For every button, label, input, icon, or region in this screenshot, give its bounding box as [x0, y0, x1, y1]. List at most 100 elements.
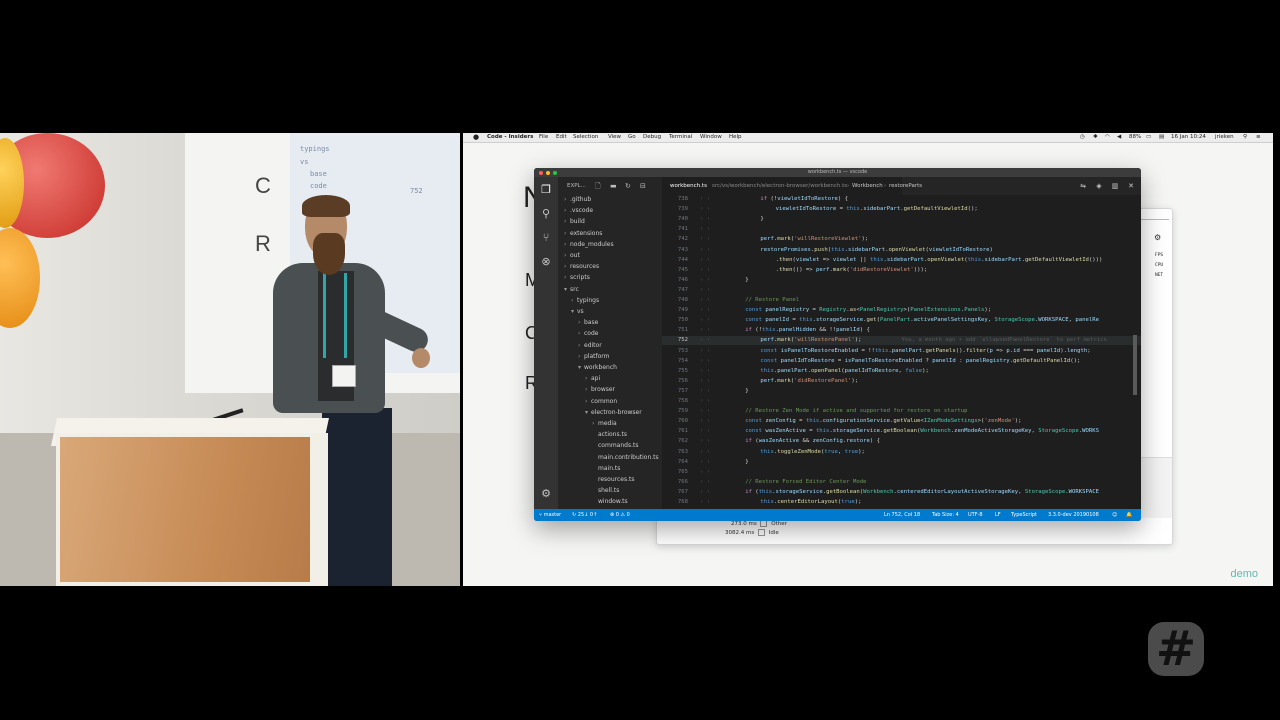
open-changes-icon[interactable]: ⇋ — [1078, 180, 1088, 192]
menu-view[interactable]: View — [608, 133, 621, 142]
git-compare-icon[interactable]: ◈ — [1094, 180, 1104, 192]
tree-file[interactable]: commands.ts — [592, 442, 638, 449]
sync-status[interactable]: ↻ 25↓ 0↑ — [572, 509, 597, 521]
tree-file[interactable]: main.contribution.ts — [592, 454, 659, 461]
minimize-window-button[interactable] — [546, 170, 550, 175]
tree-folder[interactable]: › platform — [578, 353, 610, 360]
tree-folder[interactable]: › editor — [578, 342, 602, 349]
source-control-icon[interactable]: ⑂ — [539, 231, 553, 245]
tree-folder[interactable]: › out — [564, 252, 580, 259]
problems-status[interactable]: ⊗ 0 ⚠ 0 — [610, 509, 630, 521]
tree-folder[interactable]: › base — [578, 319, 598, 326]
menu-edit[interactable]: Edit — [556, 133, 567, 142]
code-line[interactable]: if (!viewletIdToRestore) { — [760, 196, 848, 202]
code-line[interactable]: restorePromises.push(this.sidebarPart.op… — [760, 247, 992, 253]
extensions-icon[interactable]: ⊗ — [539, 255, 553, 269]
code-line[interactable]: // Restore Zen Mode if active and suppor… — [745, 408, 967, 414]
wifi-icon[interactable]: ◠ — [1105, 133, 1110, 142]
tree-folder[interactable]: › .vscode — [564, 207, 593, 214]
tree-folder[interactable]: › code — [578, 330, 598, 337]
code-line[interactable]: this.centerEditorLayout(true); — [760, 499, 861, 505]
search-icon[interactable]: ⚲ — [539, 207, 553, 221]
zoom-window-button[interactable] — [553, 170, 557, 175]
code-line[interactable]: const isPanelToRestoreEnabled = !!this.p… — [760, 348, 1090, 354]
tree-file[interactable]: resources.ts — [592, 476, 634, 483]
code-line[interactable]: const zenConfig = this.configurationServ… — [745, 418, 1021, 424]
git-branch[interactable]: ⑂ master — [539, 509, 561, 521]
code-line[interactable]: const panelIdToRestore = isPanelToRestor… — [760, 358, 1080, 364]
code-line[interactable]: .then(viewlet => viewlet || this.sidebar… — [776, 257, 1103, 263]
code-line[interactable]: const panelId = this.storageService.get(… — [745, 317, 1099, 323]
tree-folder[interactable]: › browser — [585, 386, 615, 393]
code-line[interactable]: const wasZenActive = this.storageService… — [745, 428, 1099, 434]
code-line[interactable]: .then(() => perf.mark('didRestoreViewlet… — [776, 267, 928, 273]
tree-folder[interactable]: › common — [585, 398, 617, 405]
code-line[interactable]: this.panelPart.openPanel(panelIdToRestor… — [760, 368, 928, 374]
time-machine-icon[interactable]: ◷ — [1080, 133, 1085, 142]
battery-status[interactable]: 88% — [1129, 133, 1141, 142]
code-line[interactable]: perf.mark('willRestorePanel'); You, a mon… — [760, 337, 1107, 343]
new-folder-icon[interactable]: ▬ — [610, 177, 617, 195]
code-line[interactable]: perf.mark('willRestoreViewlet'); — [760, 236, 868, 242]
tree-folder[interactable]: ▾ vs — [571, 308, 584, 315]
apple-icon[interactable]: ● — [473, 133, 479, 142]
tree-folder[interactable]: ▾ electron-browser — [585, 409, 642, 416]
code-editor[interactable]: 738 › › if (!viewletIdToRestore) {739 › › vi… — [662, 195, 1141, 509]
code-line[interactable]: this.toggleZenMode(true, true); — [760, 449, 864, 455]
tree-file[interactable]: shell.ts — [592, 487, 619, 494]
end-of-line[interactable]: LF — [995, 509, 1001, 521]
menu-selection[interactable]: Selection — [573, 133, 598, 142]
code-line[interactable]: const panelRegistry = Registry.as<PanelR… — [745, 307, 991, 313]
flag-icon[interactable]: ▤ — [1159, 133, 1164, 142]
code-line[interactable]: } — [745, 277, 748, 283]
user-name[interactable]: jrieken — [1215, 133, 1234, 142]
tree-folder[interactable]: › api — [585, 375, 600, 382]
editor-tab[interactable]: workbench.ts src/vs/workbench/electron-b… — [662, 177, 922, 195]
encoding[interactable]: UTF-8 — [968, 509, 983, 521]
spotlight-icon[interactable]: ⚲ — [1243, 133, 1247, 142]
battery-icon[interactable]: ▭ — [1146, 133, 1151, 142]
code-line[interactable]: if (!this.panelHidden && !!panelId) { — [745, 327, 870, 333]
cursor-position[interactable]: Ln 752, Col 18 — [884, 509, 920, 521]
settings-gear-icon[interactable]: ⚙ — [539, 487, 553, 501]
tree-folder[interactable]: › resources — [564, 263, 599, 270]
volume-icon[interactable]: ◀ — [1117, 133, 1121, 142]
new-file-icon[interactable]: 🗋 — [595, 177, 601, 195]
breadcrumb-class[interactable]: Workbench — [852, 177, 883, 195]
bluetooth-icon[interactable]: ✱ — [1093, 133, 1098, 142]
tab-filename[interactable]: workbench.ts — [670, 177, 707, 195]
clock[interactable]: 16 Jan 10:24 — [1171, 133, 1206, 142]
tree-folder[interactable]: › .github — [564, 196, 591, 203]
menu-go[interactable]: Go — [628, 133, 636, 142]
tree-file[interactable]: window.ts — [592, 498, 628, 505]
tab-size[interactable]: Tab Size: 4 — [932, 509, 959, 521]
code-line[interactable]: } — [745, 388, 748, 394]
tree-folder[interactable]: › build — [564, 218, 585, 225]
code-line[interactable]: if (wasZenActive && zenConfig.restore) { — [745, 438, 880, 444]
refresh-icon[interactable]: ↻ — [625, 177, 631, 195]
menu-help[interactable]: Help — [729, 133, 742, 142]
tree-folder[interactable]: ▾ workbench — [578, 364, 617, 371]
tree-folder[interactable]: › node_modules — [564, 241, 614, 248]
code-line[interactable]: perf.mark('didRestorePanel'); — [760, 378, 858, 384]
app-menu[interactable]: Code - Insiders — [487, 133, 533, 142]
tree-folder[interactable]: › extensions — [564, 230, 602, 237]
menu-window[interactable]: Window — [700, 133, 722, 142]
tree-folder[interactable]: › media — [592, 420, 617, 427]
language-mode[interactable]: TypeScript — [1011, 509, 1037, 521]
menu-terminal[interactable]: Terminal — [669, 133, 692, 142]
notification-center-icon[interactable]: ≡ — [1256, 133, 1261, 142]
explorer-icon[interactable]: ❐ — [539, 183, 553, 197]
close-tab-icon[interactable]: ✕ — [1126, 180, 1136, 192]
tree-folder[interactable]: › scripts — [564, 274, 590, 281]
notifications-icon[interactable]: 🔔 — [1126, 509, 1132, 521]
feedback-icon[interactable]: ☺ — [1112, 509, 1117, 521]
tree-folder[interactable]: › typings — [571, 297, 599, 304]
editor-scrollbar[interactable] — [1133, 335, 1137, 395]
code-line[interactable]: // Restore Forced Editor Center Mode — [745, 479, 866, 485]
settings-icon[interactable]: ⚙ — [1154, 233, 1161, 242]
split-editor-icon[interactable]: ▥ — [1110, 180, 1120, 192]
code-line[interactable]: } — [760, 216, 763, 222]
menu-debug[interactable]: Debug — [643, 133, 661, 142]
tree-folder[interactable]: ▾ src — [564, 286, 579, 293]
